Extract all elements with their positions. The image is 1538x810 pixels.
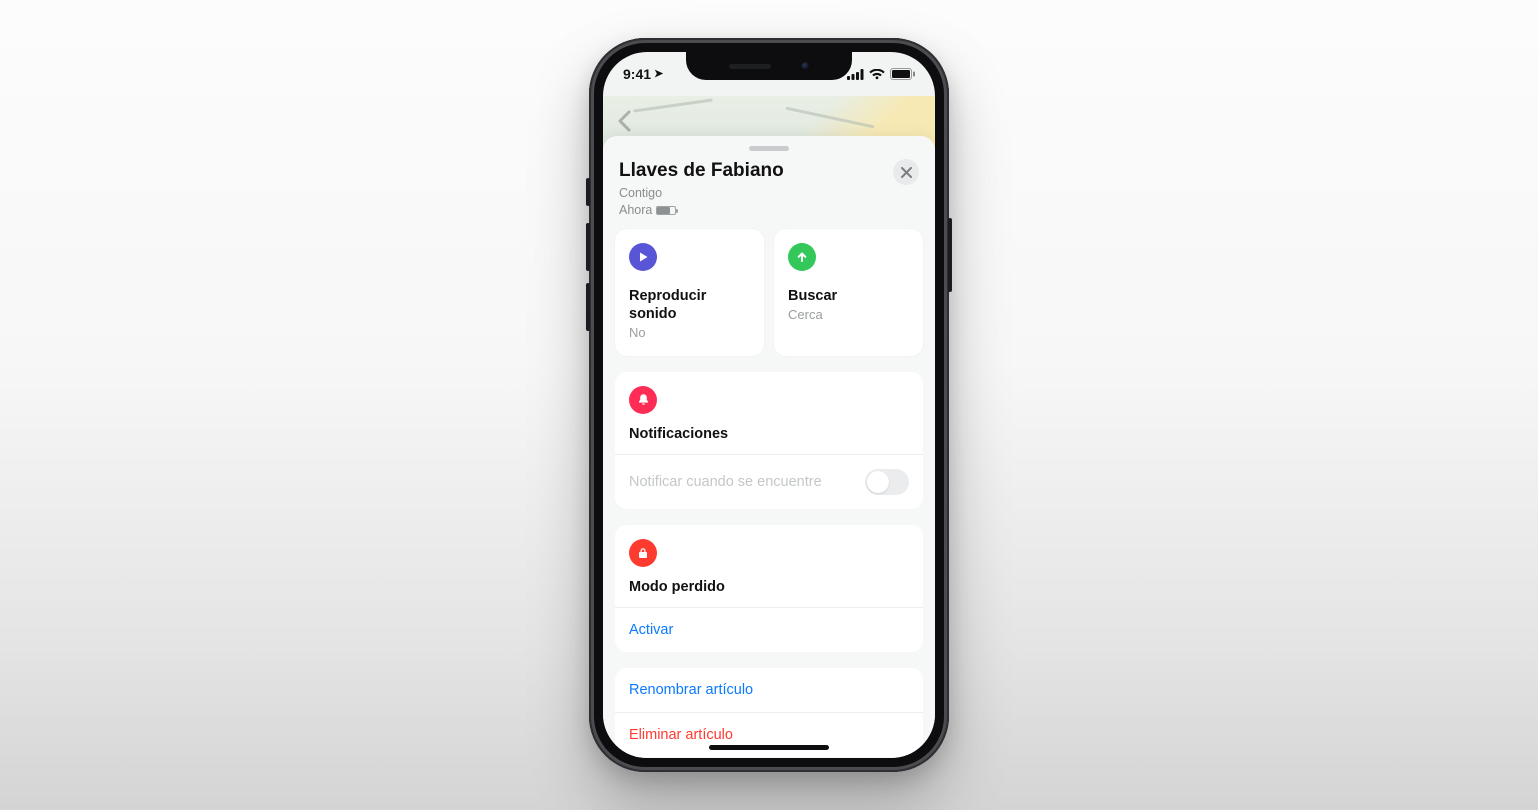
- play-sound-title: Reproducir sonido: [629, 287, 750, 323]
- arrow-up-icon: [788, 243, 816, 271]
- battery-icon: [656, 206, 676, 215]
- sheet-grabber[interactable]: [749, 146, 789, 151]
- find-title: Buscar: [788, 287, 909, 305]
- play-sound-card[interactable]: Reproducir sonido No: [615, 229, 764, 356]
- notifications-section: Notificaciones Notificar cuando se encue…: [615, 372, 923, 509]
- notifications-title: Notificaciones: [629, 426, 909, 442]
- item-actions-section: Renombrar artículo Eliminar artículo: [615, 668, 923, 757]
- cellular-icon: [847, 69, 864, 80]
- speaker-grill: [729, 64, 771, 69]
- play-icon: [629, 243, 657, 271]
- item-subtitle: Contigo Ahora: [619, 185, 784, 219]
- battery-icon: [890, 68, 915, 80]
- wifi-icon: [869, 69, 885, 80]
- lock-icon: [629, 539, 657, 567]
- lost-mode-section: Modo perdido Activar: [615, 525, 923, 652]
- item-title: Llaves de Fabiano: [619, 159, 784, 183]
- back-button[interactable]: [617, 110, 631, 137]
- clock-label: 9:41: [623, 66, 651, 82]
- find-status: Cerca: [788, 307, 909, 322]
- side-button-mute: [586, 178, 590, 206]
- activate-lost-mode-row[interactable]: Activar: [615, 607, 923, 652]
- detail-sheet: Llaves de Fabiano Contigo Ahora: [603, 136, 935, 758]
- activate-label: Activar: [629, 622, 673, 638]
- front-camera: [801, 62, 810, 71]
- notify-when-found-label: Notificar cuando se encuentre: [629, 474, 822, 490]
- close-button[interactable]: [893, 159, 919, 185]
- action-row: Reproducir sonido No Buscar Cerca: [615, 229, 923, 356]
- side-button-vol-up: [586, 223, 590, 271]
- notch: [686, 52, 852, 80]
- status-time: 9:41 ➤: [623, 66, 663, 82]
- rename-label: Renombrar artículo: [629, 682, 753, 698]
- item-location-status: Contigo: [619, 185, 784, 202]
- iphone-frame: 9:41 ➤: [589, 38, 949, 772]
- sheet-header: Llaves de Fabiano Contigo Ahora: [615, 159, 923, 229]
- rename-item-row[interactable]: Renombrar artículo: [615, 668, 923, 712]
- bell-icon: [629, 386, 657, 414]
- notify-when-found-row[interactable]: Notificar cuando se encuentre: [615, 454, 923, 509]
- side-button-vol-down: [586, 283, 590, 331]
- side-button-power: [948, 218, 952, 292]
- location-icon: ➤: [654, 67, 663, 80]
- screen: 9:41 ➤: [603, 52, 935, 758]
- notify-toggle[interactable]: [865, 469, 909, 495]
- home-indicator[interactable]: [709, 745, 829, 750]
- item-timestamp: Ahora: [619, 202, 652, 219]
- play-sound-status: No: [629, 325, 750, 340]
- remove-item-row[interactable]: Eliminar artículo: [615, 712, 923, 757]
- remove-label: Eliminar artículo: [629, 727, 733, 743]
- lost-mode-title: Modo perdido: [629, 579, 909, 595]
- close-icon: [901, 167, 912, 178]
- find-card[interactable]: Buscar Cerca: [774, 229, 923, 356]
- status-right: [847, 68, 915, 80]
